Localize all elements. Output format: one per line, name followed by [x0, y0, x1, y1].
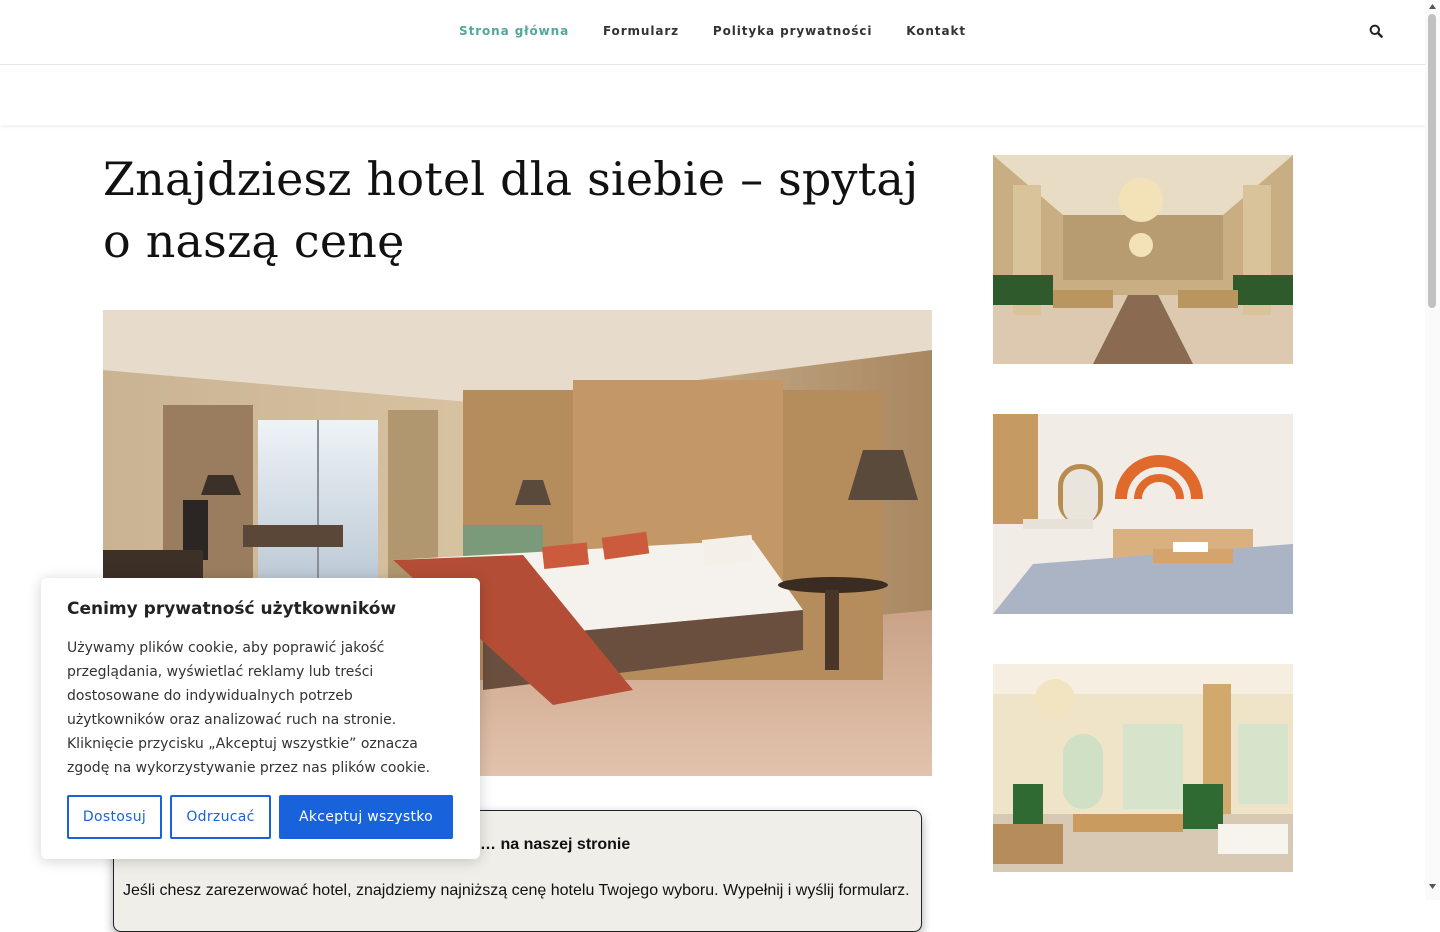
sidebar-image-lobby[interactable] [993, 664, 1293, 872]
cookie-banner-title: Cenimy prywatność użytkowników [67, 599, 397, 619]
reject-button[interactable]: Odrzucać [170, 795, 271, 839]
nav-item-privacy-policy[interactable]: Polityka prywatności [713, 24, 873, 38]
sidebar-image-bedroom[interactable] [993, 414, 1293, 614]
cookie-consent-banner: Cenimy prywatność użytkowników Używamy p… [41, 578, 480, 859]
customize-button[interactable]: Dostosuj [67, 795, 162, 839]
cookie-banner-text: Używamy plików cookie, aby poprawić jako… [67, 640, 431, 776]
header-spacer-bar [0, 65, 1425, 125]
scrollbar-thumb[interactable] [1428, 14, 1436, 308]
site-header: Strona główna Formularz Polityka prywatn… [0, 0, 1425, 65]
scroll-down-arrow-icon[interactable] [1429, 884, 1436, 889]
sidebar-image-hotel-hall[interactable] [993, 155, 1293, 364]
scroll-up-arrow-icon[interactable] [1429, 4, 1436, 9]
accept-all-button[interactable]: Akceptuj wszystko [279, 795, 453, 839]
page-scrollbar[interactable] [1425, 0, 1440, 900]
nav-item-home[interactable]: Strona główna [459, 24, 569, 38]
form-description: Jeśli chesz zarezerwować hotel, znajdzie… [123, 882, 910, 899]
nav-item-contact[interactable]: Kontakt [906, 24, 966, 38]
search-icon[interactable] [1369, 24, 1383, 38]
nav-item-form[interactable]: Formularz [603, 24, 679, 38]
form-heading: … na naszej stronie [480, 836, 631, 853]
page-title: Znajdziesz hotel dla siebie – spytaj o n… [103, 152, 919, 268]
main-navigation: Strona główna Formularz Polityka prywatn… [0, 24, 1425, 38]
